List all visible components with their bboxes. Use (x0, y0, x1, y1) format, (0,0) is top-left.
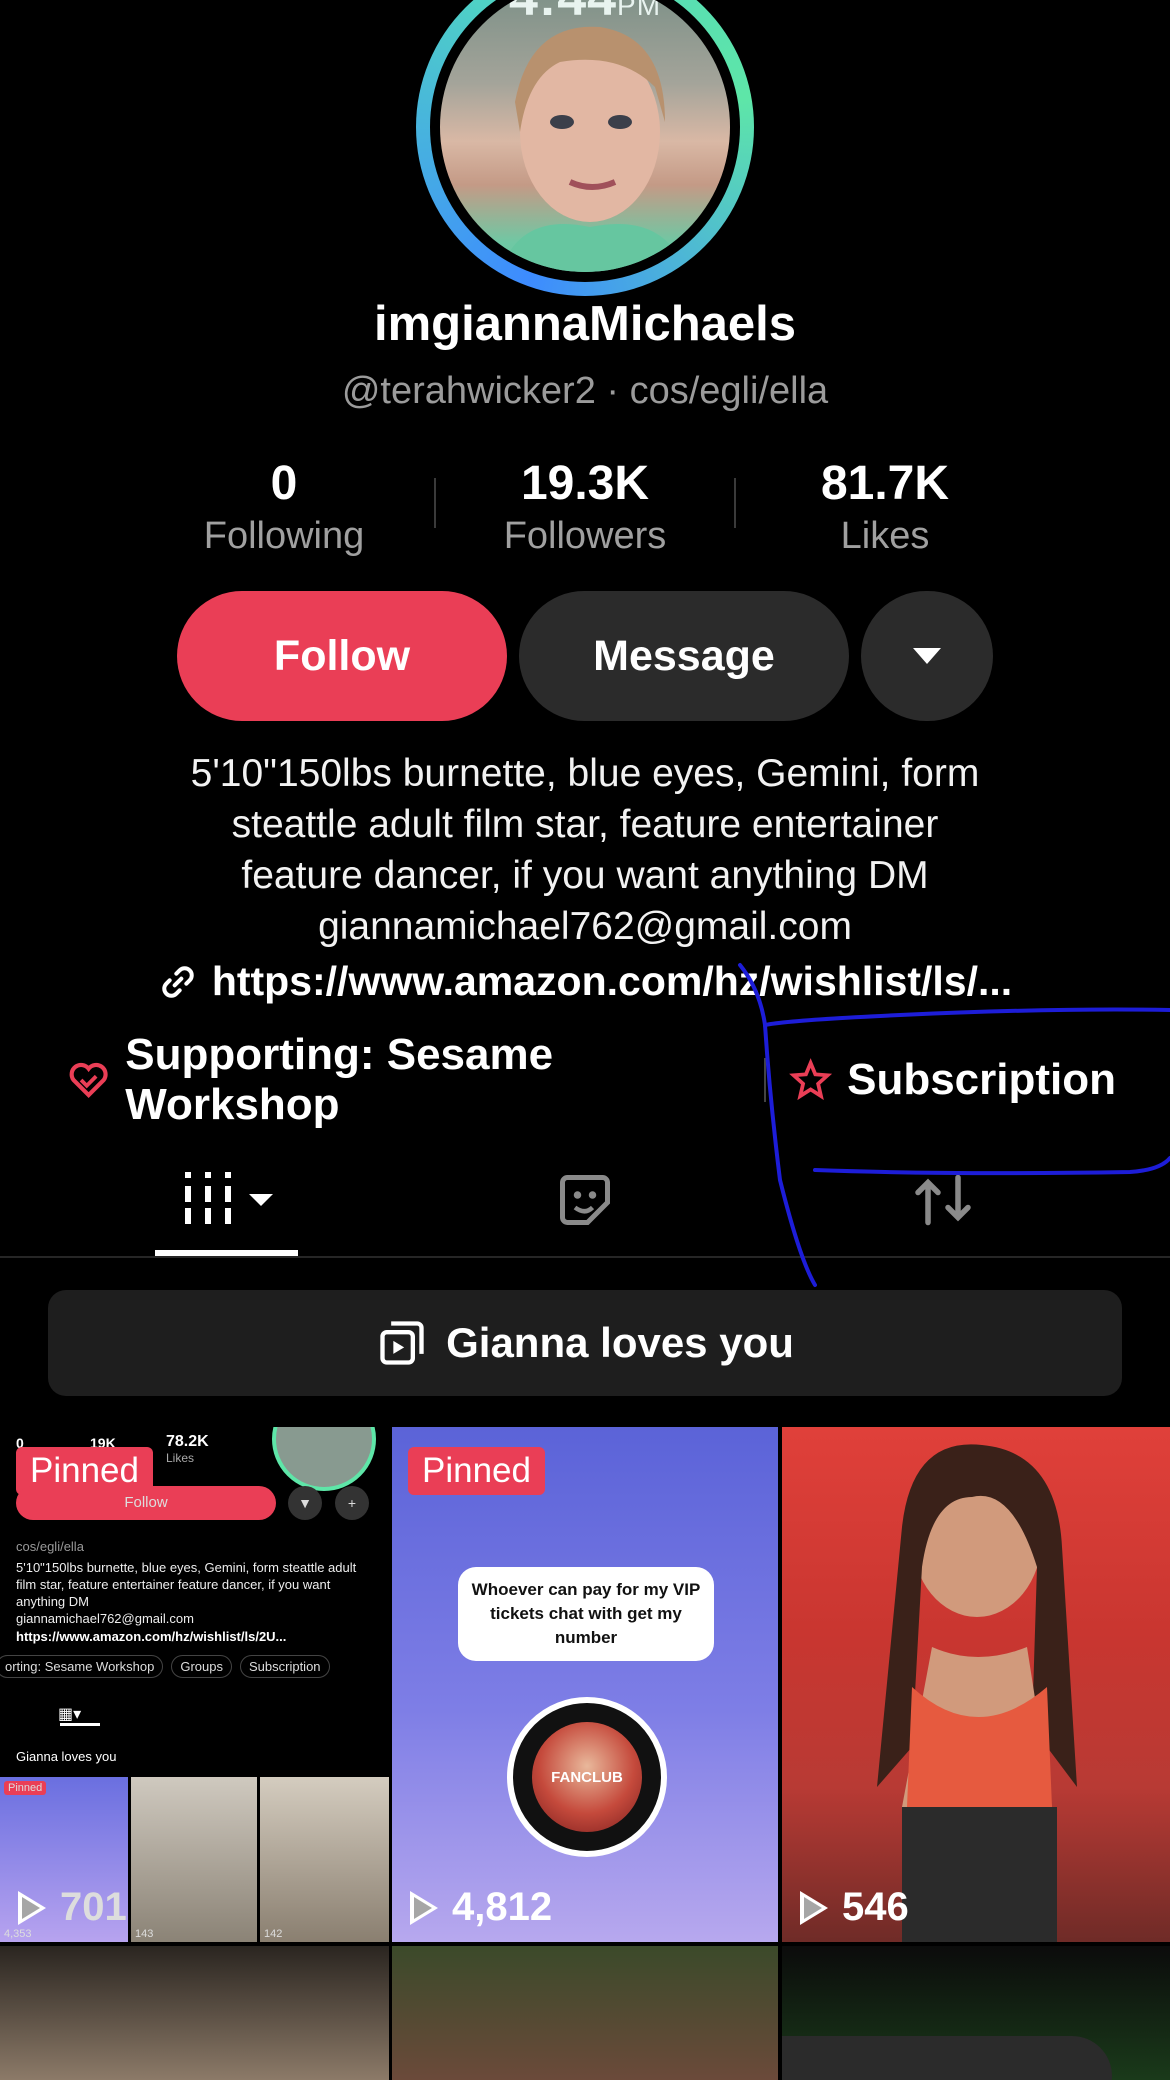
video-views: 701 (18, 1885, 127, 1930)
tab-favorites[interactable] (555, 1170, 615, 1230)
bio-line: giannamichael762@gmail.com (318, 905, 852, 948)
video-views-count: 4,812 (452, 1885, 553, 1929)
playlist-button[interactable]: Gianna loves you (48, 1290, 1122, 1396)
video-views: 546 (800, 1885, 909, 1930)
follow-button[interactable]: Follow (177, 591, 507, 721)
mini-bio: 5'10"150lbs burnette, blue eyes, Gemini,… (16, 1560, 357, 1609)
mini-tab-indicator (60, 1723, 100, 1726)
stat-followers-value: 19.3K (520, 457, 650, 510)
profile-display-name: imgiannaMichaels (373, 297, 797, 351)
stat-followers-label: Followers (503, 515, 667, 557)
fanclub-badge: FANCLUB (507, 1697, 667, 1857)
mini-grid-icon: ▦▾ (58, 1706, 82, 1723)
more-options-button[interactable] (861, 591, 993, 721)
mini-views: 143 (135, 1928, 154, 1940)
mini-thumb: 142 (260, 1777, 389, 1942)
pinned-badge: Pinned (408, 1447, 545, 1495)
tab-videos[interactable] (183, 1170, 283, 1226)
stat-divider (434, 478, 436, 528)
repost-icon (915, 1174, 971, 1226)
mini-link: https://www.amazon.com/hz/wishlist/ls/2U… (16, 1629, 287, 1644)
photo-person (877, 1444, 1077, 1942)
mini-chip: Groups (171, 1655, 232, 1678)
mini-avatar (272, 1427, 376, 1491)
supporting-link[interactable]: Supporting: Sesame Workshop (125, 1030, 742, 1130)
video-thumbnail[interactable]: 0 19K 78.2K Likes Pinned Follow ▼ + cos/… (0, 1427, 389, 1942)
stat-following-value: 0 (270, 457, 298, 510)
bio-line: 5'10"150lbs burnette, blue eyes, Gemini,… (190, 752, 980, 795)
stat-likes-value: 81.7K (820, 457, 950, 510)
stat-likes-label: Likes (840, 515, 930, 557)
video-thumbnail[interactable]: Pinned Whoever can pay for my VIP ticket… (392, 1427, 778, 1942)
video-thumbnail[interactable] (392, 1946, 778, 2080)
mini-chip: orting: Sesame Workshop (0, 1655, 164, 1678)
stat-following-label: Following (203, 515, 365, 557)
link-icon (162, 965, 194, 998)
mini-email: giannamichael762@gmail.com (16, 1611, 194, 1626)
avatar-photo: 4:44PM (440, 0, 730, 272)
video-views: 4,812 (410, 1885, 552, 1930)
mini-pinned: Pinned (4, 1781, 47, 1795)
mini-playlist: Gianna loves you (16, 1749, 117, 1764)
support-divider (763, 1058, 766, 1102)
grid-icon (185, 1172, 273, 1224)
star-icon (788, 1058, 832, 1101)
bio-line: feature dancer, if you want anything DM (241, 854, 929, 897)
video-views-count: 546 (842, 1885, 909, 1929)
video-thumbnail[interactable]: 546 (782, 1427, 1170, 1942)
bio-line: steattle adult film star, feature entert… (231, 803, 939, 846)
video-thumbnail[interactable] (782, 1946, 1170, 2080)
playlist-label: Gianna loves you (446, 1319, 794, 1366)
bio-link-text: https://www.amazon.com/hz/wishlist/ls/..… (211, 958, 1013, 1004)
avatar-face (500, 26, 685, 272)
mini-add-user-icon: + (335, 1486, 369, 1520)
avatar-border: 4:44PM (430, 0, 740, 282)
mini-likes-label: Likes (166, 1451, 195, 1465)
tab-reposts[interactable] (910, 1170, 976, 1230)
mini-chip: Subscription (239, 1655, 330, 1678)
heart-hands-icon (69, 1062, 108, 1099)
chevron-down-icon (913, 648, 941, 664)
video-views-count: 701 (60, 1885, 127, 1929)
stat-followers[interactable]: 19.3K Followers (455, 455, 715, 559)
support-row: Supporting: Sesame Workshop Subscription (66, 1030, 1116, 1129)
tabs-divider (0, 1256, 1170, 1258)
stat-likes[interactable]: 81.7K Likes (755, 455, 1015, 559)
mini-chips: orting: Sesame Workshop Groups Subscript… (0, 1655, 330, 1678)
speech-bubble: Whoever can pay for my VIP tickets chat … (458, 1567, 714, 1661)
mini-handle: cos/egli/ella (16, 1539, 84, 1554)
mini-dropdown-icon: ▼ (288, 1486, 322, 1520)
mini-follow-button: Follow (16, 1486, 276, 1520)
bio-link[interactable]: https://www.amazon.com/hz/wishlist/ls/..… (0, 958, 1170, 1005)
floating-overlay[interactable] (782, 2036, 1112, 2080)
mini-thumb: 143 (131, 1777, 257, 1942)
stat-following[interactable]: 0 Following (154, 455, 414, 559)
play-icon (18, 1890, 46, 1925)
subscription-link[interactable]: Subscription (847, 1055, 1116, 1105)
mini-stat: 78.2K (166, 1433, 209, 1450)
profile-handle: @terahwicker2 · cos/egli/ella (341, 370, 829, 412)
video-thumbnail[interactable] (0, 1946, 389, 2080)
profile-bio: 5'10"150lbs burnette, blue eyes, Gemini,… (60, 748, 1110, 952)
mini-views: 142 (264, 1928, 283, 1940)
play-icon (800, 1890, 828, 1925)
stat-divider (734, 478, 736, 528)
fanclub-label: FANCLUB (532, 1722, 642, 1832)
message-button[interactable]: Message (519, 591, 849, 721)
play-icon (410, 1890, 438, 1925)
playlist-icon (380, 1321, 424, 1365)
profile-avatar[interactable]: 4:44PM (416, 0, 754, 296)
sticker-icon (560, 1175, 610, 1225)
